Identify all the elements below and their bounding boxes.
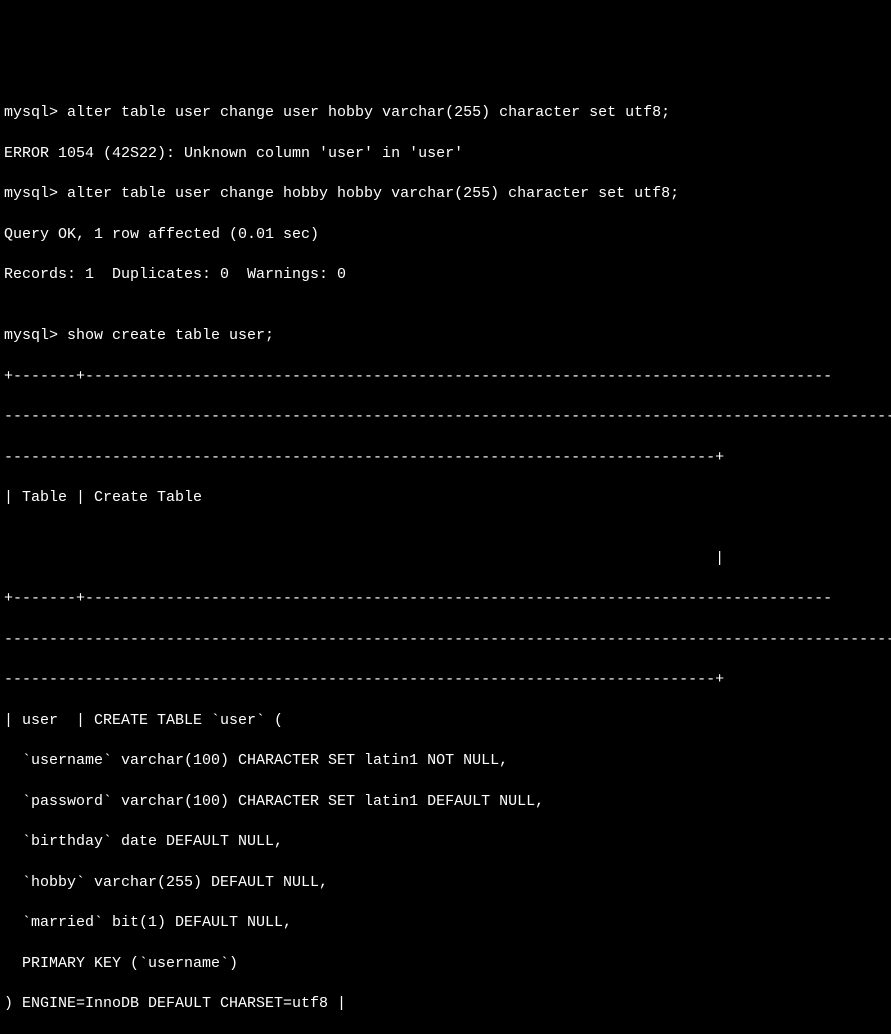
query-ok-line: Query OK, 1 row affected (0.01 sec): [4, 225, 887, 245]
command-line-1: mysql> alter table user change user hobb…: [4, 103, 887, 123]
table-border-mid-3: ----------------------------------------…: [4, 670, 887, 690]
records-line: Records: 1 Duplicates: 0 Warnings: 0: [4, 265, 887, 285]
table-border-top-1: +-------+-------------------------------…: [4, 367, 887, 387]
create-table-line-6: `married` bit(1) DEFAULT NULL,: [4, 913, 887, 933]
create-table-line-5: `hobby` varchar(255) DEFAULT NULL,: [4, 873, 887, 893]
table-border-mid-2: ----------------------------------------…: [4, 630, 887, 650]
create-table-line-1: | user | CREATE TABLE `user` (: [4, 711, 887, 731]
create-table-line-2: `username` varchar(100) CHARACTER SET la…: [4, 751, 887, 771]
table-header-line-1: | Table | Create Table: [4, 488, 887, 508]
command-line-3: mysql> show create table user;: [4, 326, 887, 346]
table-border-mid-1: +-------+-------------------------------…: [4, 589, 887, 609]
create-table-line-7: PRIMARY KEY (`username`): [4, 954, 887, 974]
table-border-top-2: ----------------------------------------…: [4, 407, 887, 427]
error-line: ERROR 1054 (42S22): Unknown column 'user…: [4, 144, 887, 164]
table-border-top-3: ----------------------------------------…: [4, 448, 887, 468]
command-line-2: mysql> alter table user change hobby hob…: [4, 184, 887, 204]
create-table-line-8: ) ENGINE=InnoDB DEFAULT CHARSET=utf8 |: [4, 994, 887, 1014]
terminal-output[interactable]: mysql> alter table user change user hobb…: [4, 83, 887, 596]
create-table-line-4: `birthday` date DEFAULT NULL,: [4, 832, 887, 852]
create-table-line-3: `password` varchar(100) CHARACTER SET la…: [4, 792, 887, 812]
table-header-line-3: |: [4, 549, 887, 569]
